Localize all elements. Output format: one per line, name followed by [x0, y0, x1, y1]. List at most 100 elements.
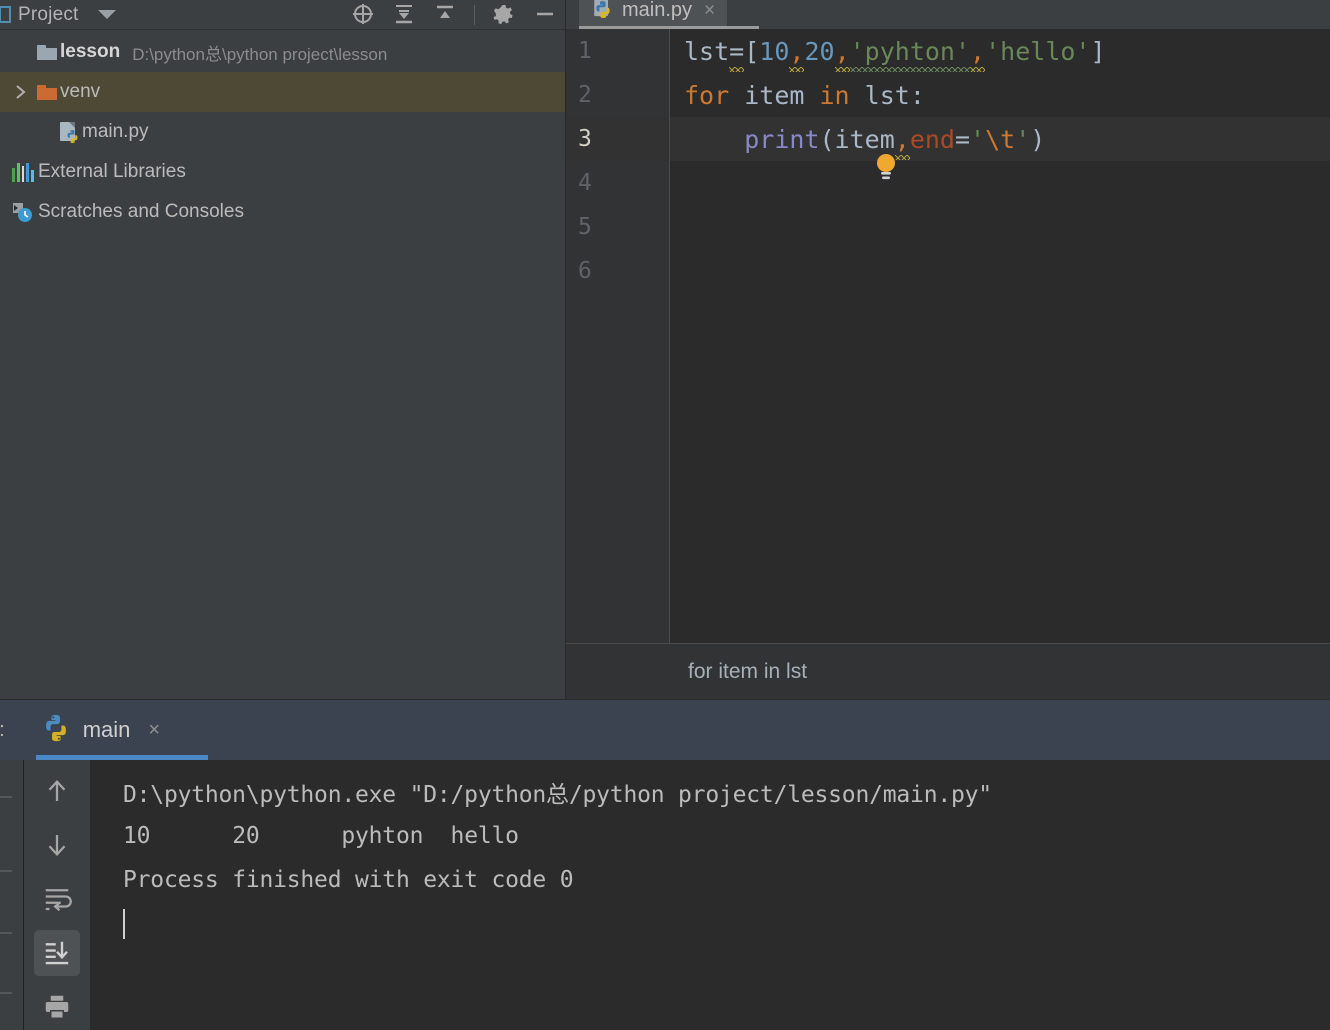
editor-tab-label: main.py: [622, 0, 693, 21]
chevron-down-icon[interactable]: [97, 10, 116, 19]
code-token: ,: [894, 124, 910, 160]
code-token: ,: [789, 36, 805, 72]
line-number: 1: [578, 38, 592, 64]
project-panel-header: Project: [0, 0, 565, 30]
line-number: 2: [578, 82, 592, 108]
tree-node-label: main.py: [82, 121, 149, 142]
code-text[interactable]: lst =[10, 20,'pyhton','hello'] for item in…: [670, 29, 1330, 643]
editor-gutter[interactable]: 1 2 3 4 5 6: [566, 29, 670, 643]
code-token: 'hello': [985, 36, 1091, 66]
code-line-1: lst =[10, 20,'pyhton','hello']: [670, 29, 1330, 73]
stripe-notch: [0, 870, 12, 872]
tree-node-label: Scratches and Consoles: [38, 201, 244, 222]
run-panel-body: D:\python\python.exe "D:/python总/python …: [0, 760, 1330, 1030]
code-line-3: print(item, end = ' \t '): [670, 117, 1330, 180]
code-token: \t: [985, 124, 1016, 154]
collapse-all-icon[interactable]: [433, 3, 457, 27]
pycharm-window: Project lesson D:\python总\python project…: [0, 0, 1330, 1030]
run-tab-label: main: [82, 717, 131, 742]
console-line: D:\python\python.exe "D:/python总/python …: [123, 782, 992, 808]
code-token: item: [744, 80, 805, 110]
settings-gear-icon[interactable]: [492, 3, 516, 27]
close-icon[interactable]: ×: [148, 719, 160, 742]
code-viewport: 1 2 3 4 5 6 lst =[10, 20,'pyhton','hello']…: [566, 29, 1330, 643]
python-icon: [41, 713, 71, 748]
tree-node-label: External Libraries: [38, 161, 186, 182]
tree-node-label: lesson: [60, 41, 121, 62]
editor-tab-main-py[interactable]: main.py ×: [579, 0, 728, 29]
console-output[interactable]: D:\python\python.exe "D:/python总/python …: [91, 760, 1330, 1030]
breadcrumb-item[interactable]: for item in lst: [688, 660, 807, 684]
console-toolbar: [24, 760, 91, 1030]
scroll-down-icon[interactable]: [34, 822, 80, 868]
chevron-right-icon[interactable]: [8, 82, 34, 102]
tree-node-venv[interactable]: venv: [0, 72, 565, 112]
line-number: 6: [578, 258, 592, 284]
code-token: end: [909, 124, 955, 154]
scroll-up-icon[interactable]: [34, 768, 80, 814]
console-line: 10 20 pyhton hello: [123, 823, 519, 849]
project-window-icon: [0, 6, 11, 23]
tree-node-main-py[interactable]: main.py: [0, 112, 565, 152]
code-token: 'pyhton': [849, 36, 971, 72]
code-token: in: [819, 80, 850, 110]
project-panel-toolbar: [351, 0, 557, 29]
line-number: 3: [566, 117, 669, 161]
code-token: print: [744, 124, 820, 154]
close-icon[interactable]: ×: [704, 1, 715, 20]
soft-wrap-icon[interactable]: [34, 876, 80, 922]
code-token: =: [954, 124, 971, 154]
print-icon[interactable]: [34, 984, 80, 1030]
code-token: item: [834, 124, 895, 154]
code-token: ,: [834, 36, 850, 72]
run-panel-label: n:: [0, 719, 5, 742]
console-line: Process finished with exit code 0: [123, 867, 574, 893]
console-caret-line: [123, 902, 1330, 946]
code-token: lst: [684, 36, 730, 66]
line-number: 4: [578, 170, 592, 196]
project-title-group[interactable]: Project: [0, 4, 116, 26]
hide-minimize-icon[interactable]: [533, 3, 557, 27]
code-token: for: [684, 80, 730, 110]
code-token: ': [970, 124, 986, 154]
scratches-consoles-icon: [8, 201, 38, 223]
code-token: :: [909, 80, 925, 110]
run-panel-header: n: main ×: [0, 700, 1330, 760]
folder-gray-icon: [34, 44, 60, 60]
code-token: lst: [864, 80, 910, 110]
code-token: [: [744, 36, 760, 66]
editor-area: main.py × 1 2 3 4 5 6 lst =[10, 20,'pyhton…: [566, 0, 1330, 699]
scroll-to-end-icon[interactable]: [34, 930, 80, 976]
expand-all-icon[interactable]: [392, 3, 416, 27]
locate-target-icon[interactable]: [351, 3, 375, 27]
editor-tab-bar: main.py ×: [566, 0, 1330, 30]
toolbar-separator: [474, 4, 475, 25]
tree-node-scratches-and-consoles[interactable]: Scratches and Consoles: [0, 192, 565, 232]
tool-window-stripe[interactable]: [0, 760, 24, 1030]
tree-node-label: venv: [60, 81, 101, 102]
code-token: ]: [1090, 36, 1106, 66]
code-token: 20: [804, 36, 835, 66]
intention-bulb-icon[interactable]: [694, 123, 895, 180]
folder-orange-icon: [34, 84, 60, 100]
project-tool-window: Project lesson D:\python总\python project…: [0, 0, 566, 699]
python-file-icon: [56, 121, 82, 144]
tree-node-lesson[interactable]: lesson D:\python总\python project\lesson: [0, 32, 565, 72]
run-tool-window: n: main ×: [0, 700, 1330, 1030]
tree-node-path: D:\python总\python project\lesson: [132, 44, 388, 64]
tree-node-external-libraries[interactable]: External Libraries: [0, 152, 565, 192]
external-libraries-icon: [8, 162, 38, 182]
code-line-2: for item in lst:: [670, 73, 1330, 117]
text-caret: [123, 909, 125, 939]
breadcrumb[interactable]: for item in lst: [566, 643, 1330, 699]
code-token: =: [729, 36, 745, 72]
run-tab-main[interactable]: main ×: [33, 700, 168, 760]
stripe-notch: [0, 796, 12, 798]
code-token: (: [819, 124, 835, 154]
